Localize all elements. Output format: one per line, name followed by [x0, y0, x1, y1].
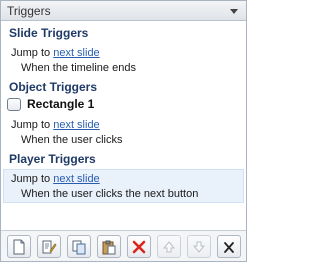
trigger-action-prefix: Jump to	[11, 47, 51, 59]
move-up-button[interactable]	[157, 235, 181, 258]
triggers-list: Slide Triggers Jump to next slide When t…	[1, 22, 246, 229]
trigger-condition-text: When the user clicks the next button	[21, 188, 199, 200]
new-trigger-button[interactable]	[7, 235, 31, 258]
trigger-condition[interactable]: When the timeline ends	[21, 62, 136, 74]
manage-variables-button[interactable]	[217, 235, 241, 258]
copy-trigger-button[interactable]	[67, 235, 91, 258]
up-arrow-icon	[162, 240, 176, 252]
section-title-slide-triggers: Slide Triggers	[9, 26, 89, 40]
copy-icon	[72, 240, 86, 254]
trigger-action-link[interactable]: next slide	[53, 173, 99, 185]
section-title-object-triggers: Object Triggers	[9, 80, 98, 94]
triggers-toolbar	[1, 230, 246, 261]
trigger-condition-text: When the timeline ends	[21, 62, 136, 74]
paste-trigger-button[interactable]	[97, 235, 121, 258]
trigger-action-prefix: Jump to	[11, 119, 51, 131]
delete-trigger-button[interactable]	[127, 235, 151, 258]
panel-title: Triggers	[7, 4, 51, 18]
trigger-condition[interactable]: When the user clicks the next button	[21, 188, 198, 200]
new-page-icon	[13, 239, 25, 254]
object-name: Rectangle 1	[27, 97, 95, 111]
trigger-condition-text: When the user clicks	[21, 134, 123, 146]
trigger-action-prefix: Jump to	[11, 173, 51, 185]
move-down-button[interactable]	[187, 235, 211, 258]
variable-x-icon	[224, 241, 234, 253]
object-expand-checkbox[interactable]	[7, 98, 21, 111]
edit-trigger-button[interactable]	[37, 235, 61, 258]
panel-header: Triggers	[1, 1, 246, 21]
object-row[interactable]: Rectangle 1	[5, 96, 205, 114]
paste-icon	[102, 240, 116, 254]
trigger-action-link[interactable]: next slide	[53, 47, 99, 59]
triggers-panel: Triggers Slide Triggers Jump to next sli…	[0, 0, 247, 262]
section-title-player-triggers: Player Triggers	[9, 152, 96, 166]
delete-x-icon	[132, 240, 146, 253]
edit-icon	[42, 240, 57, 253]
trigger-condition[interactable]: When the user clicks	[21, 134, 122, 146]
down-arrow-icon	[192, 241, 206, 253]
trigger-action[interactable]: Jump to next slide	[11, 119, 100, 131]
trigger-action-link[interactable]: next slide	[53, 119, 99, 131]
trigger-action[interactable]: Jump to next slide	[11, 173, 100, 185]
trigger-action[interactable]: Jump to next slide	[11, 47, 100, 59]
chevron-down-icon[interactable]	[228, 5, 240, 17]
